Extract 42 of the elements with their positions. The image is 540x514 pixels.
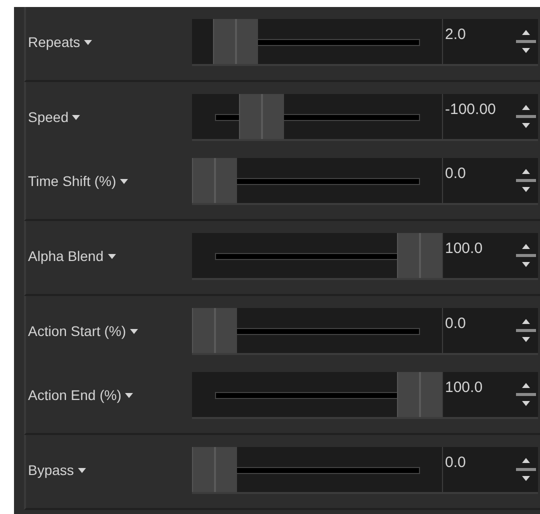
- slider[interactable]: [192, 308, 442, 355]
- slider-thumb[interactable]: [192, 447, 237, 492]
- slider[interactable]: [192, 447, 442, 494]
- caret-icon: [84, 40, 92, 45]
- parameter-dropdown[interactable]: Action End (%): [26, 385, 192, 406]
- parameter-dropdown[interactable]: Action Start (%): [26, 321, 192, 342]
- slider-thumb[interactable]: [397, 372, 442, 417]
- spinner-icon[interactable]: [516, 457, 536, 483]
- caret-icon: [120, 179, 128, 184]
- parameter-dropdown[interactable]: Speed: [26, 107, 192, 128]
- number-field[interactable]: 0.0: [442, 308, 538, 355]
- number-field[interactable]: -100.00: [442, 94, 538, 141]
- caret-icon: [78, 468, 86, 473]
- spinner-icon[interactable]: [516, 168, 536, 194]
- slider-thumb[interactable]: [192, 308, 237, 353]
- slider[interactable]: [192, 94, 442, 141]
- caret-icon: [108, 254, 116, 259]
- spinner-icon[interactable]: [516, 104, 536, 130]
- parameter-dropdown[interactable]: Alpha Blend: [26, 246, 192, 267]
- spinner-icon[interactable]: [516, 318, 536, 344]
- spinner-icon[interactable]: [516, 29, 536, 55]
- slider[interactable]: [192, 233, 442, 280]
- slider-thumb[interactable]: [239, 94, 284, 139]
- slider-thumb[interactable]: [397, 233, 442, 278]
- number-field[interactable]: 2.0: [442, 19, 538, 66]
- parameter-dropdown[interactable]: Bypass: [26, 460, 192, 481]
- number-field[interactable]: 100.0: [442, 233, 538, 280]
- number-field[interactable]: 0.0: [442, 447, 538, 494]
- number-field[interactable]: 0.0: [442, 158, 538, 205]
- slider[interactable]: [192, 158, 442, 205]
- slider[interactable]: [192, 372, 442, 419]
- slider-thumb[interactable]: [212, 19, 258, 64]
- slider[interactable]: [192, 19, 442, 66]
- caret-icon: [72, 115, 80, 120]
- number-field[interactable]: 100.0: [442, 372, 538, 419]
- slider-thumb[interactable]: [192, 158, 237, 203]
- caret-icon: [125, 393, 134, 398]
- parameter-dropdown[interactable]: Time Shift (%): [26, 171, 192, 192]
- spinner-icon[interactable]: [516, 243, 536, 269]
- caret-icon: [130, 329, 138, 334]
- parameter-dropdown[interactable]: Repeats: [26, 32, 192, 53]
- spinner-icon[interactable]: [516, 382, 536, 408]
